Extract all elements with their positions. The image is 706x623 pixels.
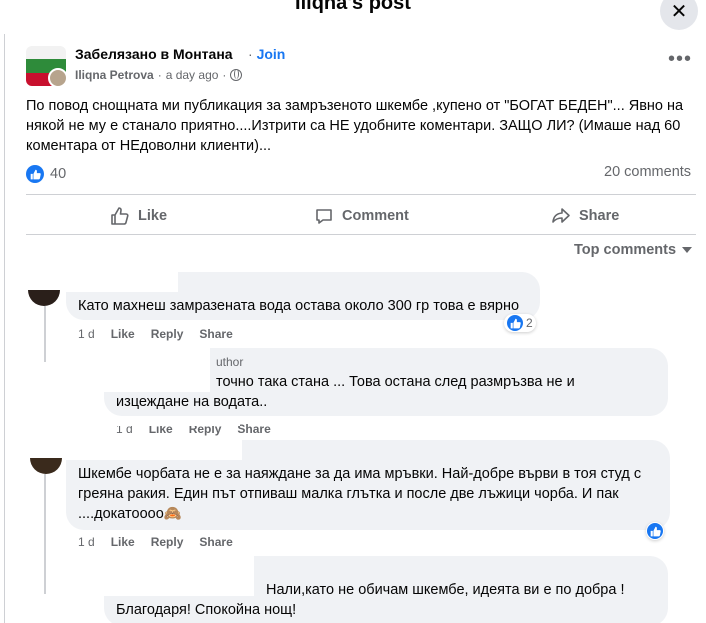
group-name-link[interactable]: Забелязано в Монтана <box>75 46 233 62</box>
join-separator: · <box>248 46 253 62</box>
join-group-link[interactable]: · Join <box>248 46 285 62</box>
comment-icon <box>316 209 332 224</box>
blurred-name-area <box>98 552 254 596</box>
comment-like-link[interactable]: Like <box>111 535 135 549</box>
divider <box>26 234 696 235</box>
comment-reply-link[interactable]: Reply <box>151 535 184 549</box>
comment-actions: 1 d Like Reply Share <box>78 327 233 341</box>
more-options-icon[interactable]: ••• <box>668 49 692 69</box>
like-reaction-icon <box>507 315 523 331</box>
like-reaction-icon <box>647 523 663 539</box>
comment-label: Comment <box>342 208 409 224</box>
reply-text-line2: изцеждане на водата.. <box>116 394 268 410</box>
thread-line <box>44 306 46 362</box>
thread-line <box>44 474 46 594</box>
meta-dot: · <box>157 68 162 82</box>
sort-label: Top comments <box>574 242 677 258</box>
post-actions-bar: Like Comment Share <box>26 198 696 234</box>
close-icon: ✕ <box>670 0 688 23</box>
divider <box>26 194 696 195</box>
modal-title: Iliqna's post <box>295 0 411 14</box>
like-button[interactable]: Like <box>110 206 167 226</box>
blurred-name-area <box>66 272 178 292</box>
author-name-link[interactable]: Iliqna Petrova <box>75 68 154 82</box>
share-icon <box>552 208 570 223</box>
comments-count-link[interactable]: 20 comments <box>604 164 691 180</box>
author-badge: uthor <box>216 355 244 369</box>
comment-like-link[interactable]: Like <box>111 327 135 341</box>
share-label: Share <box>579 208 620 224</box>
comment-share-link[interactable]: Share <box>199 535 232 549</box>
comment-actions: 1 d Like Reply Share <box>78 535 233 549</box>
like-reaction-icon <box>26 165 44 183</box>
blurred-area <box>110 418 240 426</box>
post-header: Забелязано в Монтана · Join Iliqna Petro… <box>26 42 696 90</box>
comment-reply-link[interactable]: Reply <box>151 327 184 341</box>
comment-button[interactable]: Comment <box>314 206 409 226</box>
chevron-down-icon <box>682 247 693 253</box>
blurred-name-area <box>66 440 242 460</box>
reaction-count: 40 <box>50 166 67 182</box>
blurred-name-area <box>98 344 210 392</box>
thumbs-up-icon <box>111 207 129 225</box>
comment-text: Като махнеш замразената вода остава окол… <box>78 298 520 314</box>
reactions-summary[interactable]: 40 <box>26 164 66 184</box>
comment-share-link[interactable]: Share <box>237 422 270 436</box>
globe-icon <box>230 69 243 81</box>
comment-sort-dropdown[interactable]: Top comments <box>574 242 693 258</box>
comment-share-link[interactable]: Share <box>199 327 232 341</box>
modal-header: Iliqna's post ✕ <box>0 0 706 34</box>
modal-left-border <box>4 0 5 623</box>
comment-text: Шкембе чорбата не е за наяждане за да им… <box>78 466 642 522</box>
reply-text-line2: Благодаря! Спокойна нощ! <box>116 602 297 618</box>
close-button[interactable]: ✕ <box>660 0 698 30</box>
post-time[interactable]: a day ago <box>166 68 219 82</box>
post-body-text: По повод снощната ми публикация за замръ… <box>26 98 684 154</box>
like-label: Like <box>138 208 168 224</box>
comment-time[interactable]: 1 d <box>78 535 95 549</box>
comment-time[interactable]: 1 d <box>78 327 95 341</box>
join-label: Join <box>256 46 286 62</box>
share-button[interactable]: Share <box>551 206 619 226</box>
comment-reactions[interactable]: 2 <box>504 314 536 332</box>
comment-reactions[interactable] <box>646 522 664 540</box>
meta-dot: · <box>222 68 227 82</box>
post-meta: Iliqna Petrova · a day ago · <box>75 68 243 82</box>
author-avatar[interactable] <box>48 68 68 88</box>
comment-reaction-count: 2 <box>526 316 533 330</box>
